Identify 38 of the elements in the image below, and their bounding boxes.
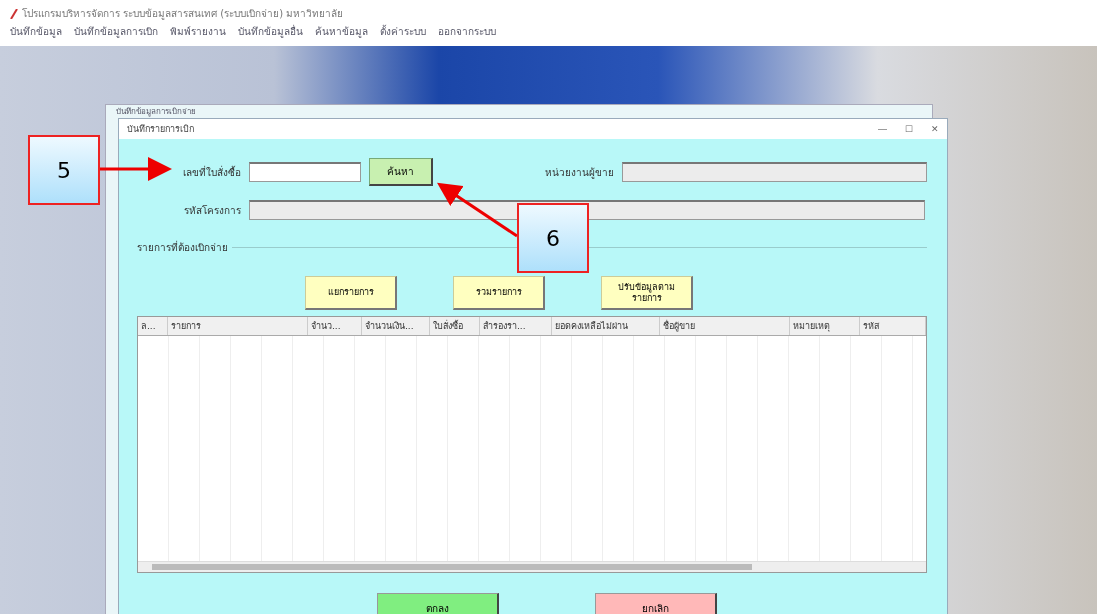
column-header[interactable]: สำรองรา...: [480, 317, 552, 335]
column-header[interactable]: รหัส: [860, 317, 926, 335]
menu-item[interactable]: ตั้งค่าระบบ: [380, 24, 426, 39]
arrow: [100, 157, 172, 181]
app-logo-icon: [10, 8, 18, 19]
window-control[interactable]: —: [878, 124, 887, 134]
menu-item[interactable]: ออกจากระบบ: [438, 24, 496, 39]
input-field[interactable]: [249, 162, 361, 182]
field-label: รหัสโครงการ: [183, 203, 241, 218]
menu-item[interactable]: พิมพ์รายงาน: [170, 24, 226, 39]
ok-button[interactable]: ตกลง: [377, 593, 499, 614]
action-button[interactable]: แยกรายการ: [305, 276, 397, 310]
column-header[interactable]: จำนว...: [308, 317, 362, 335]
field-label: หน่วยงานผู้ขาย: [544, 165, 614, 180]
window-control[interactable]: ☐: [905, 124, 913, 134]
column-header[interactable]: หมายเหตุ: [790, 317, 860, 335]
column-header[interactable]: ใบสั่งซื้อ: [430, 317, 480, 335]
column-header[interactable]: ล...: [138, 317, 168, 335]
column-header[interactable]: รายการ: [168, 317, 308, 335]
window-title: บันทึกข้อมูลการเบิกจ่าย: [115, 106, 197, 117]
action-button[interactable]: ปรับข้อมูลตาม รายการ: [601, 276, 693, 310]
action-button[interactable]: รวมรายการ: [453, 276, 545, 310]
menu-item[interactable]: บันทึกข้อมูล: [10, 24, 62, 39]
app-title: โปรแกรมบริหารจัดการ ระบบข้อมูลสารสนเทศ (ระบบเบิกจ่าย) มหาวิทยาลัย: [22, 7, 344, 21]
window-control[interactable]: ✕: [931, 124, 939, 134]
column-header[interactable]: ชื่อผู้ขาย: [660, 317, 790, 335]
column-header[interactable]: จำนวนเงิน...: [362, 317, 430, 335]
scrollbar[interactable]: [138, 561, 926, 572]
search-button[interactable]: ค้นหา: [369, 158, 433, 186]
callout-number: 5: [28, 135, 100, 205]
menu-item[interactable]: ค้นหาข้อมูล: [315, 24, 368, 39]
menu-item[interactable]: บันทึกข้อมูลการเบิก: [74, 24, 158, 39]
window-title: บันทึกรายการเบิก: [127, 123, 194, 136]
field-label: เลขที่ใบสั่งซื้อ: [182, 164, 241, 180]
callout-number: 6: [517, 203, 589, 273]
menu-item[interactable]: บันทึกข้อมูลอื่น: [238, 24, 303, 39]
cancel-button[interactable]: ยกเลิก: [595, 593, 717, 614]
column-header[interactable]: ยอดคงเหลือไม่ผ่าน: [552, 317, 660, 335]
